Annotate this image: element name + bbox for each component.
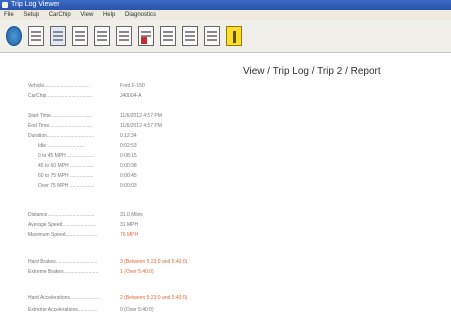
toolbar	[0, 20, 451, 53]
row-value: 2 (Between 5:23:0 and 5:40:0)	[120, 295, 188, 301]
row-value: 0:02:53	[120, 143, 137, 149]
row-label: Vehicle.................................	[28, 83, 90, 89]
document-icon[interactable]	[160, 26, 176, 46]
document-icon[interactable]	[28, 26, 44, 46]
row-label: Hard Accelerations.....................	[28, 295, 100, 301]
row-value: 0:08:15	[120, 153, 137, 159]
row-value: 0:00:38	[120, 163, 137, 169]
row-label: Start Time..............................	[28, 113, 93, 119]
row-label: 60 to 75 MPH .................	[38, 173, 94, 179]
document-icon[interactable]	[204, 26, 220, 46]
menu-bar: File Setup CarChip View Help Diagnostics	[0, 10, 451, 20]
row-value: 0 (Over 5:40:0)	[120, 307, 154, 313]
report-panel: View / Trip Log / Trip 2 / Report Vehicl…	[0, 53, 451, 318]
menu-help[interactable]: Help	[99, 10, 119, 20]
menu-diagnostics[interactable]: Diagnostics	[121, 10, 160, 20]
row-label: Extreme Accelerations..............	[28, 307, 98, 313]
row-value: 76 MPH	[120, 232, 139, 238]
app-window: Trip Log Viewer File Setup CarChip View …	[0, 0, 451, 318]
row-label: Extreme Brakes.........................	[28, 269, 99, 275]
row-label: 45 to 60 MPH .................	[38, 163, 94, 169]
row-value: 11/6/2012 4:57 PM	[120, 123, 162, 129]
row-value: 0:00:03	[120, 183, 137, 189]
row-value: 1 (Over 5:40:0)	[120, 269, 154, 275]
row-label: Hard Brakes.............................…	[28, 259, 98, 265]
row-label: Duration................................…	[28, 133, 95, 139]
menu-carchip[interactable]: CarChip	[45, 10, 75, 20]
row-label: Over 75 MPH ..................	[38, 183, 95, 189]
warning-icon[interactable]	[226, 26, 242, 46]
menu-view[interactable]: View	[76, 10, 97, 20]
row-label: 0 to 45 MPH ...................	[38, 153, 94, 159]
row-label: Distance................................…	[28, 212, 95, 218]
title-bar: Trip Log Viewer	[0, 0, 451, 10]
row-value: 0:12:34	[120, 133, 137, 139]
document-icon[interactable]	[116, 26, 132, 46]
home-icon[interactable]	[6, 26, 22, 46]
row-label: End Time...............................	[28, 123, 93, 129]
alert-icon[interactable]	[138, 26, 154, 46]
row-value: J40004-A	[120, 93, 142, 99]
row-value: 0:00:45	[120, 173, 137, 179]
row-label: Maximum Speed.......................	[28, 232, 98, 238]
row-label: Idle ...........................	[38, 143, 85, 149]
menu-file[interactable]: File	[0, 10, 18, 20]
row-value: 11/6/2012 4:57 PM	[120, 113, 162, 119]
page-title: View / Trip Log / Trip 2 / Report	[243, 66, 381, 77]
save-icon[interactable]	[182, 26, 198, 46]
row-value: 31.0 Miles	[120, 212, 143, 218]
row-value: Ford F-150	[120, 83, 145, 89]
menu-setup[interactable]: Setup	[19, 10, 43, 20]
row-value: 31 MPH	[120, 222, 139, 228]
document-icon[interactable]	[94, 26, 110, 46]
row-value: 3 (Between 5:23:0 and 5:40:0)	[120, 259, 188, 265]
document-icon[interactable]	[50, 26, 66, 46]
document-icon[interactable]	[72, 26, 88, 46]
row-label: CarChip.................................	[28, 93, 93, 99]
row-label: Average Speed........................	[28, 222, 96, 228]
window-title: Trip Log Viewer	[11, 1, 60, 8]
app-icon	[2, 2, 8, 8]
